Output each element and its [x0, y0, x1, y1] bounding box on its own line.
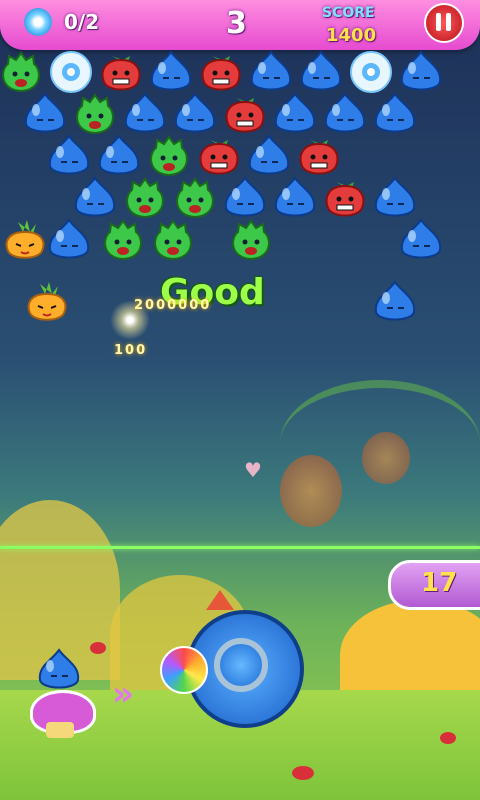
strawberry-bubble — [196, 134, 242, 178]
blue-bubble — [46, 134, 92, 178]
blue-bubble — [172, 92, 218, 136]
pineapple-bubble — [24, 280, 70, 324]
strawberry-bubble — [222, 92, 268, 136]
hanging-strawberry-decoration — [362, 432, 410, 484]
strawberry-bubble — [296, 134, 342, 178]
blue-bubble — [246, 134, 292, 178]
green-bubble — [72, 92, 118, 136]
berry-decoration — [90, 642, 106, 654]
hanging-strawberry-decoration — [280, 455, 342, 527]
blue-bubble — [22, 92, 68, 136]
blue-bubble — [322, 92, 368, 136]
cannon-barrel — [214, 638, 268, 692]
next-bubble[interactable] — [36, 648, 82, 692]
blue-bubble — [372, 92, 418, 136]
green-bubble — [0, 50, 44, 94]
shots-left-badge: 17 — [388, 560, 480, 610]
swap-button[interactable]: » — [112, 674, 134, 714]
berry-decoration — [292, 766, 314, 780]
blue-bubble — [148, 50, 194, 94]
blue-bubble — [272, 92, 318, 136]
blue-bubble — [122, 92, 168, 136]
strawberry-bubble — [98, 50, 144, 94]
blue-bubble — [222, 176, 268, 220]
points-popup: 100 — [114, 343, 148, 358]
blue-bubble — [398, 50, 444, 94]
green-bubble — [146, 134, 192, 178]
combo-score: 2000000 — [134, 298, 212, 313]
blue-bubble — [248, 50, 294, 94]
berry-decoration — [440, 732, 456, 744]
blue-bubble — [96, 134, 142, 178]
blue-bubble — [298, 50, 344, 94]
flower-bubble — [48, 50, 94, 94]
blue-bubble — [372, 176, 418, 220]
green-bubble — [228, 218, 274, 262]
green-bubble — [122, 176, 168, 220]
next-bubble-stand-stem — [46, 722, 74, 738]
blue-bubble — [46, 218, 92, 262]
strawberry-bubble — [322, 176, 368, 220]
double-chevron-right-icon: » — [112, 674, 134, 714]
blue-bubble — [72, 176, 118, 220]
dead-line — [0, 546, 480, 549]
heart-icon: ♥ — [244, 458, 262, 482]
green-bubble — [150, 218, 196, 262]
blue-bubble — [398, 218, 444, 262]
green-bubble — [100, 218, 146, 262]
loaded-rainbow-bubble — [160, 646, 208, 694]
shots-left-count: 17 — [421, 568, 458, 598]
strawberry-bubble — [198, 50, 244, 94]
flower-bubble — [348, 50, 394, 94]
pineapple-bubble — [2, 218, 48, 262]
blue-bubble — [372, 280, 418, 324]
aim-arrow-icon — [206, 590, 234, 610]
green-bubble — [172, 176, 218, 220]
blue-bubble — [272, 176, 318, 220]
